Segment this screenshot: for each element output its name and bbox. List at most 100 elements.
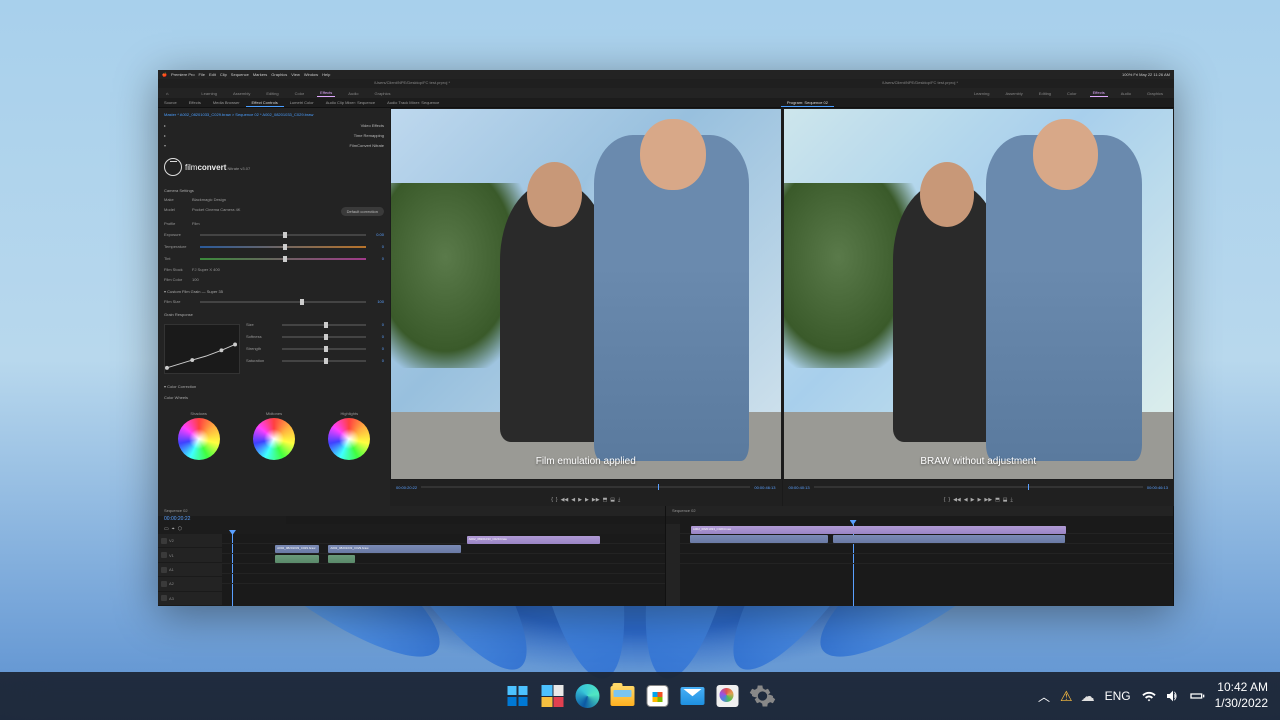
- menu-clip[interactable]: Clip: [220, 72, 227, 77]
- grain-response-curve[interactable]: [164, 324, 240, 374]
- ph-clipmixer[interactable]: Audio Clip Mixer: Sequence: [320, 98, 381, 107]
- src-play-icon[interactable]: ▶: [578, 497, 582, 503]
- ws2-assembly[interactable]: Assembly: [1002, 90, 1025, 97]
- source-tc-in[interactable]: 00:00:20:22: [396, 485, 417, 490]
- camera-profile-select[interactable]: Film: [192, 221, 200, 226]
- track-header-a2[interactable]: A2: [158, 577, 222, 591]
- prg-mark-in-icon[interactable]: {: [944, 497, 946, 503]
- settings-icon[interactable]: [749, 682, 777, 710]
- menu-window[interactable]: Window: [304, 72, 318, 77]
- time-ruler-right[interactable]: [680, 516, 1173, 524]
- menu-sequence[interactable]: Sequence: [231, 72, 249, 77]
- ws2-editing[interactable]: Editing: [1036, 90, 1054, 97]
- color-correction-group[interactable]: ▾ Color Correction: [164, 384, 384, 389]
- camera-model-select[interactable]: Pocket Cinema Camera 4K: [192, 207, 240, 216]
- ws2-learning[interactable]: Learning: [971, 90, 993, 97]
- film-color-value[interactable]: 100: [192, 277, 199, 282]
- camera-settings-group[interactable]: Camera Settings: [164, 188, 384, 193]
- widgets-button[interactable]: [539, 682, 567, 710]
- ph-effect-controls[interactable]: Effect Controls: [246, 98, 284, 107]
- source-tc-out[interactable]: 00:00:46:13: [754, 485, 775, 490]
- ph-lumetri[interactable]: Lumetri Color: [284, 98, 320, 107]
- timeline-clip[interactable]: [690, 535, 828, 543]
- grain-softness-slider[interactable]: Softness0: [246, 334, 384, 339]
- mac-status-right[interactable]: 100% Fri May 22 11:26 AM: [1122, 72, 1170, 77]
- track-header-a3[interactable]: A3: [158, 592, 222, 606]
- prg-lift-icon[interactable]: ⬒: [995, 497, 1000, 503]
- src-next-icon[interactable]: ▶▶: [592, 497, 600, 503]
- menu-graphics[interactable]: Graphics: [271, 72, 287, 77]
- midtones-wheel[interactable]: [253, 418, 295, 460]
- ph-program[interactable]: Program: Sequence 02: [781, 98, 834, 107]
- disclose-tr[interactable]: ▸: [164, 133, 166, 138]
- film-stock-select[interactable]: FJ Super X 400: [192, 267, 220, 272]
- track-header-a1[interactable]: A1: [158, 563, 222, 577]
- timeline-content-right[interactable]: A002_08201033_C029.braw: [680, 524, 1173, 606]
- grain-group[interactable]: ▾ Custom Film Grain — Super 35: [164, 289, 384, 294]
- menu-view[interactable]: View: [291, 72, 300, 77]
- src-mark-out-icon[interactable]: }: [556, 497, 558, 503]
- prg-play-icon[interactable]: ▶: [971, 497, 975, 503]
- src-insert-icon[interactable]: ⬒: [603, 497, 608, 503]
- prg-stepback-icon[interactable]: ◀: [964, 497, 968, 503]
- app-name[interactable]: Premiere Pro: [171, 72, 195, 77]
- edge-icon[interactable]: [574, 682, 602, 710]
- track-header-v1[interactable]: V1: [158, 548, 222, 562]
- file-explorer-icon[interactable]: [609, 682, 637, 710]
- src-mark-in-icon[interactable]: {: [551, 497, 553, 503]
- tool-link-icon[interactable]: ⬡: [178, 526, 182, 532]
- source-video[interactable]: Film emulation applied: [391, 109, 781, 479]
- tray-volume-icon[interactable]: [1165, 688, 1181, 704]
- timeline-clip[interactable]: A002_08201033_C029.braw: [328, 545, 461, 553]
- timeline-clip[interactable]: A002_08201033_C029.braw: [275, 545, 319, 553]
- ws-editing[interactable]: Editing: [263, 90, 281, 97]
- seq-tab-right[interactable]: Sequence 02: [672, 508, 696, 513]
- timeline-tc-left[interactable]: 00:00:20:22: [158, 516, 222, 524]
- timeline-clip[interactable]: A002_08201033_C029.braw: [691, 526, 1066, 534]
- paint-icon[interactable]: [714, 682, 742, 710]
- ws-effects[interactable]: Effects: [317, 89, 335, 97]
- time-ruler-left[interactable]: [286, 516, 665, 524]
- default-correction-button[interactable]: Default correction: [341, 207, 384, 216]
- timeline-clip[interactable]: [328, 555, 355, 563]
- ph-source[interactable]: Source: [158, 98, 183, 107]
- grain-strength-slider[interactable]: Strength0: [246, 346, 384, 351]
- source-scrubber[interactable]: [421, 486, 750, 488]
- menu-file[interactable]: File: [199, 72, 205, 77]
- tray-battery-icon[interactable]: [1189, 688, 1205, 704]
- grain-saturation-slider[interactable]: Saturation0: [246, 358, 384, 363]
- taskbar-clock[interactable]: 10:42 AM 1/30/2022: [1215, 680, 1268, 711]
- program-scrubber[interactable]: [814, 486, 1143, 488]
- exposure-slider[interactable]: Exposure0.00: [164, 232, 384, 237]
- prg-stepfwd-icon[interactable]: ▶: [978, 497, 982, 503]
- prg-export-icon[interactable]: ⤓: [1011, 497, 1013, 503]
- shadows-wheel[interactable]: [178, 418, 220, 460]
- film-size-slider[interactable]: Film Size100: [164, 299, 384, 304]
- tray-chevron-icon[interactable]: ︿: [1038, 688, 1050, 705]
- seq-tab-left[interactable]: Sequence 02: [164, 508, 188, 513]
- apple-menu-icon[interactable]: 🍎: [162, 72, 167, 77]
- ph-trackmixer[interactable]: Audio Track Mixer: Sequence: [381, 98, 445, 107]
- tray-onedrive-icon[interactable]: ☁: [1081, 688, 1095, 705]
- disclose-video[interactable]: ▸: [164, 123, 166, 128]
- timeline-clip[interactable]: [275, 555, 319, 563]
- ws-graphics[interactable]: Graphics: [372, 90, 394, 97]
- ws-assembly[interactable]: Assembly: [230, 90, 253, 97]
- ph-media[interactable]: Media Browser: [207, 98, 246, 107]
- ws-audio[interactable]: Audio: [345, 90, 361, 97]
- src-stepfwd-icon[interactable]: ▶: [585, 497, 589, 503]
- temperature-slider[interactable]: Temperature0: [164, 244, 384, 249]
- tint-slider[interactable]: Tint0: [164, 256, 384, 261]
- tool-snap-icon[interactable]: ⌖: [172, 526, 175, 532]
- mail-icon[interactable]: [679, 682, 707, 710]
- program-video[interactable]: BRAW without adjustment: [784, 109, 1174, 479]
- timeline-clip[interactable]: A002_08201033_C029.braw: [467, 536, 600, 544]
- grain-size-slider[interactable]: Size0: [246, 322, 384, 327]
- menu-edit[interactable]: Edit: [209, 72, 216, 77]
- ws2-effects[interactable]: Effects: [1090, 89, 1108, 97]
- prg-extract-icon[interactable]: ⬓: [1003, 497, 1008, 503]
- ws2-audio[interactable]: Audio: [1118, 90, 1134, 97]
- ph-effects[interactable]: Effects: [183, 98, 207, 107]
- ws2-graphics[interactable]: Graphics: [1144, 90, 1166, 97]
- disclose-fc[interactable]: ▾: [164, 143, 166, 148]
